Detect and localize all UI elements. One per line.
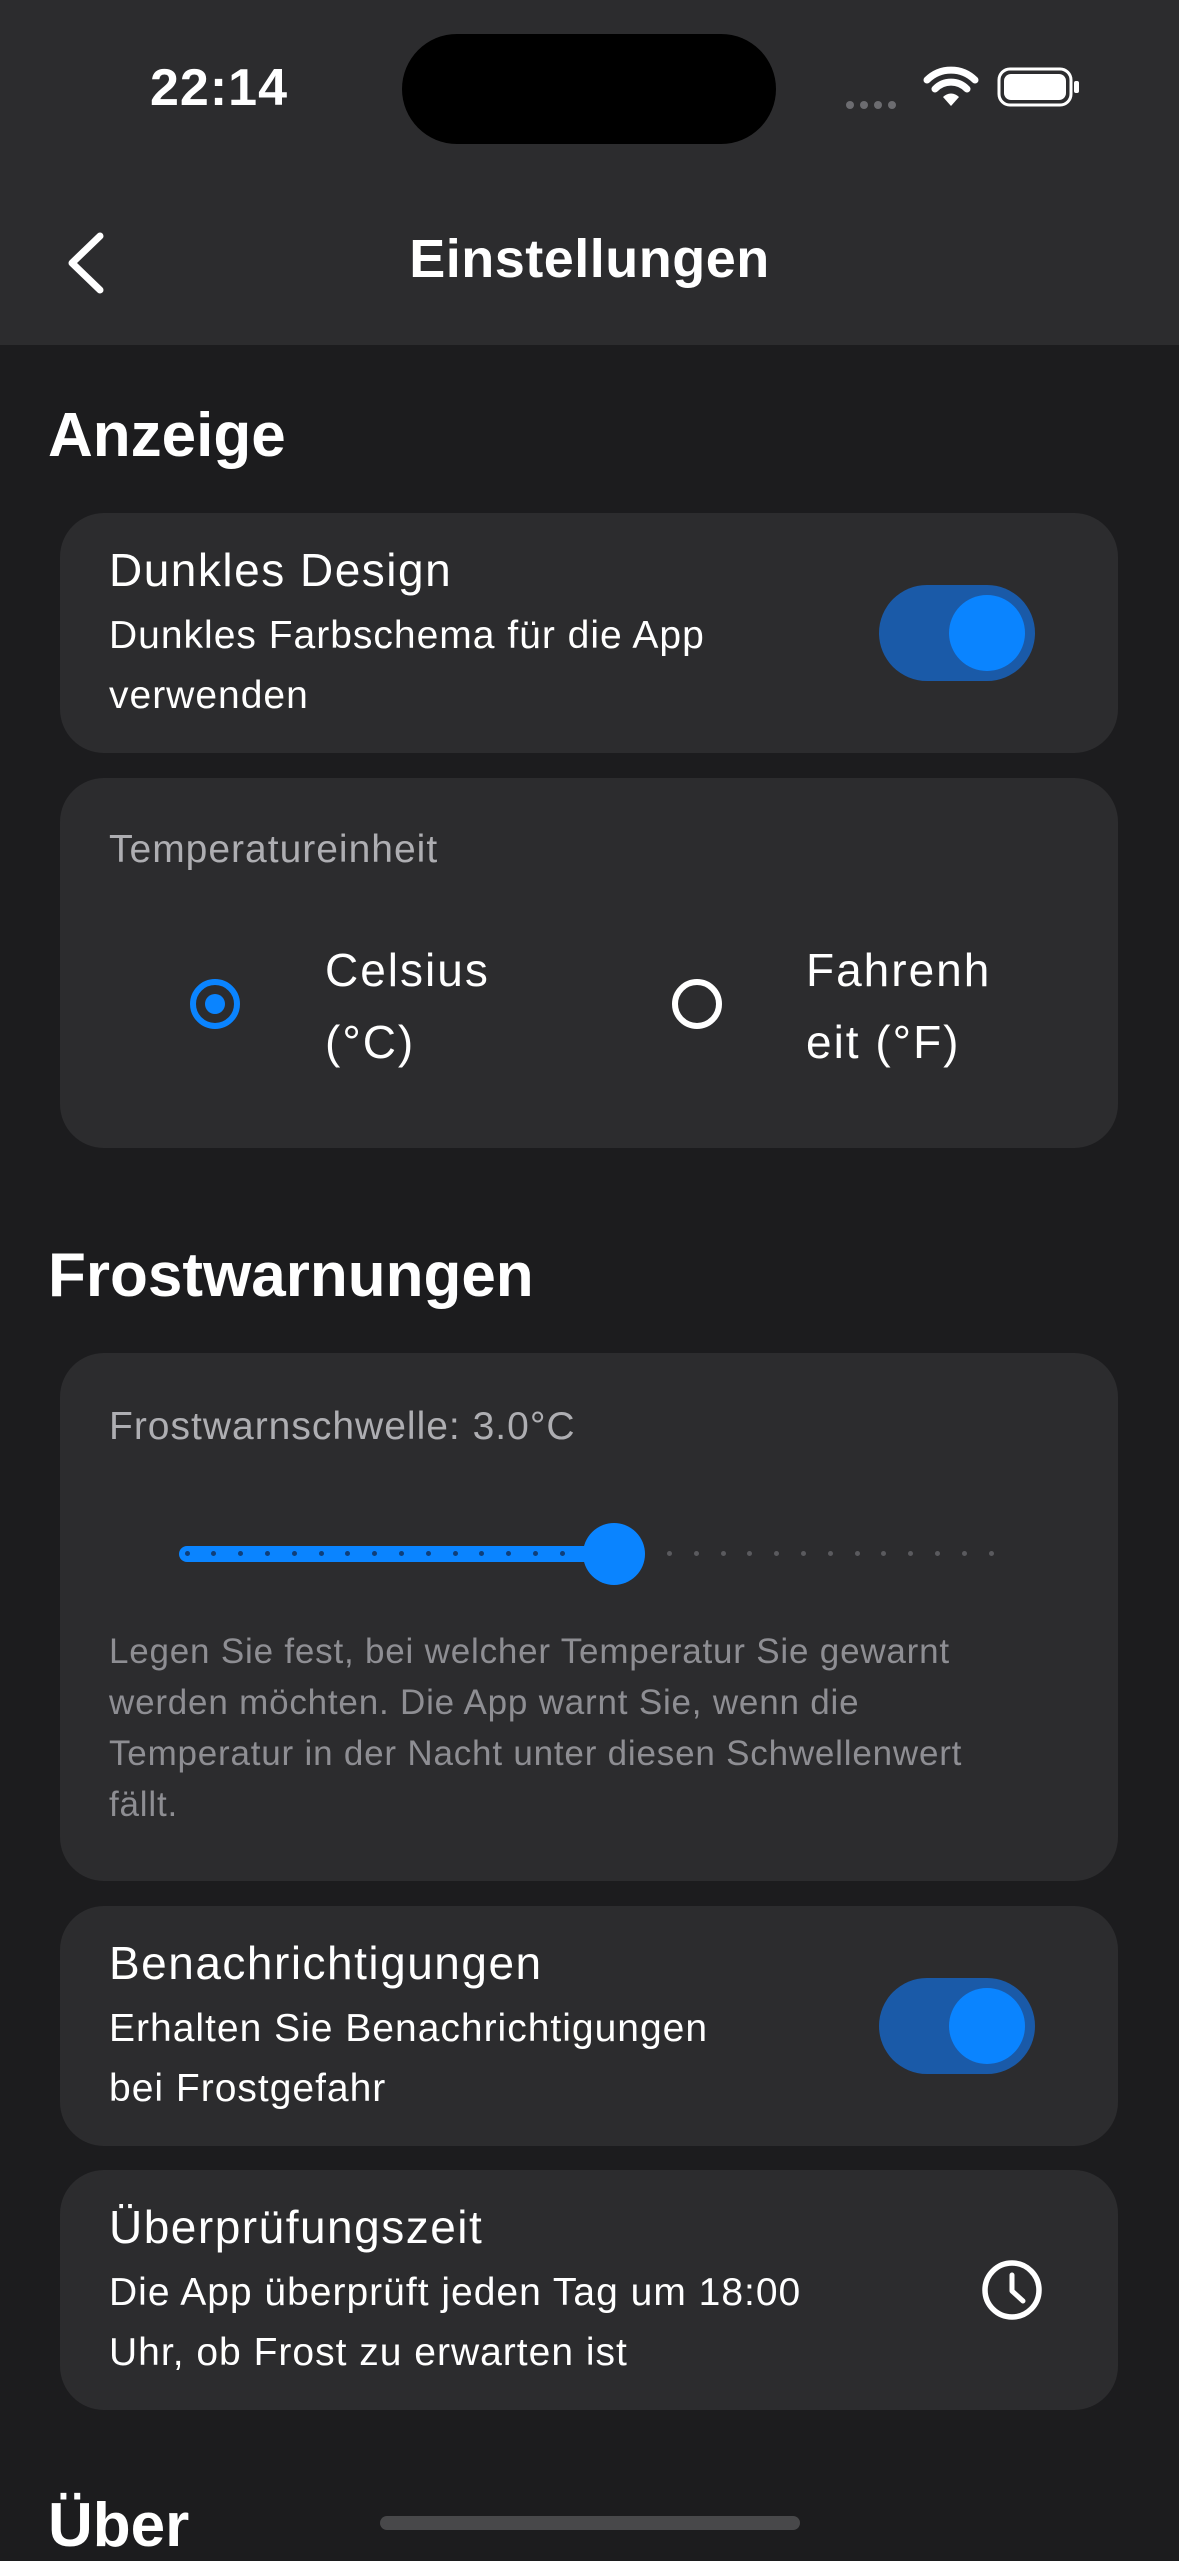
frost-threshold-desc-line4: fällt. [109,1785,178,1824]
temperature-unit-card: Temperatureinheit Celsius (°C) Fahrenh e… [60,778,1118,1148]
fahrenheit-label-line1[interactable]: Fahrenh [806,934,991,1006]
wifi-icon [923,66,979,106]
frost-threshold-slider[interactable] [179,1523,999,1585]
dynamic-island [402,34,776,144]
dark-mode-title: Dunkles Design [109,544,453,596]
notifications-subtitle-line1: Erhalten Sie Benachrichtigungen [109,2007,709,2050]
slider-tick [934,1551,940,1556]
slider-tick [318,1551,324,1556]
temperature-unit-label: Temperatureinheit [109,828,439,871]
celsius-radio[interactable] [190,979,240,1029]
check-time-title: Überprüfungszeit [109,2201,484,2253]
toggle-knob [949,595,1025,671]
slider-tick [264,1551,270,1556]
slider-tick [291,1551,297,1556]
check-time-subtitle-line1: Die App überprüft jeden Tag um 18:00 [109,2271,802,2314]
frost-threshold-card: Frostwarnschwelle: 3.0°C Legen Sie fest,… [60,1353,1118,1881]
slider-tick [532,1551,538,1556]
notifications-subtitle-line2: bei Frostgefahr [109,2067,387,2110]
slider-tick [988,1551,994,1556]
frost-threshold-label: Frostwarnschwelle: 3.0°C [109,1405,576,1448]
toggle-knob [949,1988,1025,2064]
cellular-signal-icon [846,96,902,114]
notifications-title: Benachrichtigungen [109,1937,543,1989]
slider-tick [184,1551,190,1556]
slider-tick [452,1551,458,1556]
page-title: Einstellungen [409,229,770,289]
check-time-subtitle-line2: Uhr, ob Frost zu erwarten ist [109,2331,628,2374]
slider-tick [747,1551,753,1556]
section-heading-display: Anzeige [48,401,286,470]
frost-threshold-desc-line3: Temperatur in der Nacht unter diesen Sch… [109,1734,963,1773]
slider-tick [425,1551,431,1556]
frost-threshold-desc-line2: werden möchten. Die App warnt Sie, wenn … [109,1683,860,1722]
slider-tick [398,1551,404,1556]
slider-tick [666,1551,672,1556]
slider-tick [881,1551,887,1556]
check-time-card[interactable]: Überprüfungszeit Die App überprüft jeden… [60,2170,1118,2410]
home-indicator [380,2516,800,2530]
fahrenheit-radio[interactable] [672,979,722,1029]
battery-icon [997,67,1079,107]
slider-tick [720,1551,726,1556]
slider-tick [961,1551,967,1556]
slider-tick [774,1551,780,1556]
celsius-label-line1[interactable]: Celsius [325,934,490,1006]
slider-thumb[interactable] [583,1523,645,1585]
fahrenheit-label-line2[interactable]: eit (°F) [806,1006,961,1078]
celsius-label-line2[interactable]: (°C) [325,1006,415,1078]
dark-mode-subtitle-line2: verwenden [109,674,309,717]
slider-tick [854,1551,860,1556]
slider-tick [693,1551,699,1556]
slider-active-track [179,1546,614,1562]
section-heading-frost: Frostwarnungen [48,1241,534,1310]
slider-tick [800,1551,806,1556]
status-time: 22:14 [150,59,288,117]
section-heading-about: Über [48,2491,190,2560]
slider-tick [908,1551,914,1556]
slider-tick [827,1551,833,1556]
frost-threshold-desc-line1: Legen Sie fest, bei welcher Temperatur S… [109,1632,950,1671]
dark-mode-card[interactable]: Dunkles Design Dunkles Farbschema für di… [60,513,1118,753]
clock-icon[interactable] [979,2257,1045,2323]
dark-mode-subtitle-line1: Dunkles Farbschema für die App [109,614,705,657]
slider-tick [559,1551,565,1556]
notifications-card[interactable]: Benachrichtigungen Erhalten Sie Benachri… [60,1906,1118,2146]
dark-mode-toggle[interactable] [879,585,1035,681]
notifications-toggle[interactable] [879,1978,1035,2074]
